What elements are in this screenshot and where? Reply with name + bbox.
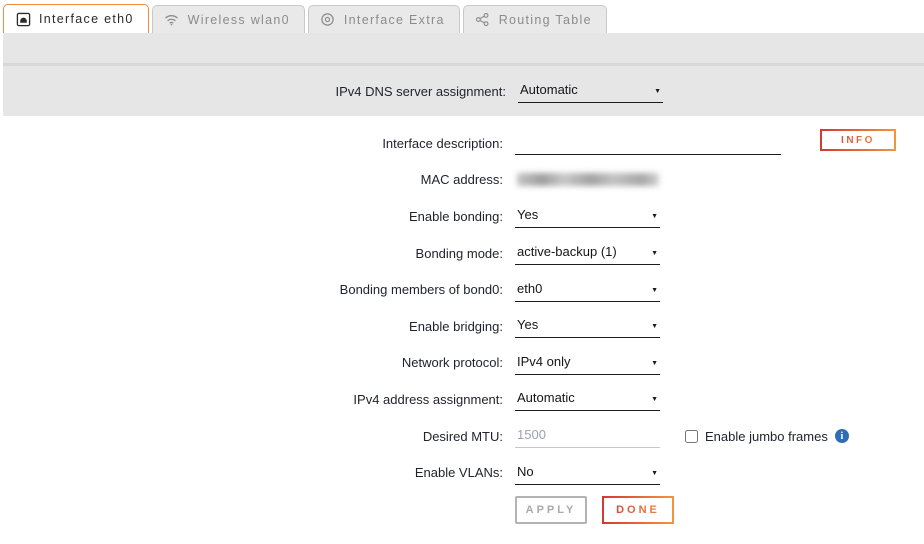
desired-mtu-label: Desired MTU:	[0, 429, 503, 444]
form-row-bonding-mode: Bonding mode: active-backup (1) ▼	[0, 235, 924, 272]
form-row-mtu: Desired MTU: Enable jumbo frames i	[0, 418, 924, 455]
chevron-down-icon: ▼	[651, 323, 658, 330]
bonding-mode-label: Bonding mode:	[0, 246, 503, 261]
done-button[interactable]: DONE	[602, 496, 674, 524]
ipv4-assignment-label: IPv4 address assignment:	[0, 392, 503, 407]
interface-description-input[interactable]	[515, 131, 781, 155]
interface-form: Interface description: INFO MAC address:…	[0, 116, 924, 533]
interface-description-label: Interface description:	[0, 136, 503, 151]
form-row-description: Interface description: INFO	[0, 125, 924, 162]
ethernet-port-icon	[15, 11, 31, 27]
jumbo-frames-label: Enable jumbo frames	[705, 429, 828, 444]
form-row-mac: MAC address:	[0, 162, 924, 199]
form-row-vlans: Enable VLANs: No ▼	[0, 454, 924, 491]
dns-section: IPv4 DNS server assignment: Automatic ▼	[3, 66, 924, 116]
tab-routing-table[interactable]: Routing Table	[463, 5, 607, 33]
mac-address-label: MAC address:	[0, 172, 503, 187]
bonding-members-select[interactable]: eth0 ▼	[515, 278, 660, 302]
ipv4-assignment-select[interactable]: Automatic ▼	[515, 387, 660, 411]
info-button[interactable]: INFO	[820, 129, 896, 151]
tab-label: Interface eth0	[39, 12, 134, 26]
enable-bridging-label: Enable bridging:	[0, 319, 503, 334]
enable-bridging-select[interactable]: Yes ▼	[515, 314, 660, 338]
form-row-bridging: Enable bridging: Yes ▼	[0, 308, 924, 345]
form-row-bonding-members: Bonding members of bond0: eth0 ▼	[0, 271, 924, 308]
form-row-dns: IPv4 DNS server assignment: Automatic ▼	[3, 73, 924, 110]
form-row-bonding: Enable bonding: Yes ▼	[0, 198, 924, 235]
bonding-members-label: Bonding members of bond0:	[0, 282, 503, 297]
dns-assignment-select[interactable]: Automatic ▼	[518, 79, 663, 103]
tab-label: Routing Table	[499, 13, 592, 27]
network-protocol-select[interactable]: IPv4 only ▼	[515, 351, 660, 375]
share-nodes-icon	[475, 12, 491, 28]
chevron-down-icon: ▼	[651, 213, 658, 220]
network-protocol-label: Network protocol:	[0, 355, 503, 370]
enable-vlans-select[interactable]: No ▼	[515, 461, 660, 485]
mac-address-redacted-value	[517, 173, 659, 186]
chevron-down-icon: ▼	[651, 250, 658, 257]
form-row-protocol: Network protocol: IPv4 only ▼	[0, 345, 924, 382]
tab-interface-eth0[interactable]: Interface eth0	[3, 4, 149, 33]
chevron-down-icon: ▼	[651, 396, 658, 403]
enable-bonding-select[interactable]: Yes ▼	[515, 204, 660, 228]
jumbo-frames-checkbox[interactable]	[685, 430, 698, 443]
chevron-down-icon: ▼	[651, 470, 658, 477]
dns-assignment-label: IPv4 DNS server assignment:	[3, 84, 506, 99]
tab-wireless-wlan0[interactable]: Wireless wlan0	[152, 5, 305, 33]
chevron-down-icon: ▼	[651, 287, 658, 294]
info-circle-icon[interactable]: i	[835, 429, 849, 443]
toolbar-strip	[3, 33, 924, 63]
tab-bar: Interface eth0 Wireless wlan0 Interface …	[0, 0, 924, 33]
tab-label: Wireless wlan0	[188, 13, 290, 27]
enable-bonding-label: Enable bonding:	[0, 209, 503, 224]
tab-label: Interface Extra	[344, 13, 445, 27]
desired-mtu-input[interactable]	[515, 424, 660, 448]
tab-interface-extra[interactable]: Interface Extra	[308, 5, 460, 33]
apply-button[interactable]: APPLY	[515, 496, 587, 524]
chevron-down-icon: ▼	[651, 360, 658, 367]
bonding-mode-select[interactable]: active-backup (1) ▼	[515, 241, 660, 265]
form-row-ipv4-assignment: IPv4 address assignment: Automatic ▼	[0, 381, 924, 418]
wifi-icon	[164, 12, 180, 28]
form-row-buttons: APPLY DONE	[0, 491, 924, 533]
enable-vlans-label: Enable VLANs:	[0, 465, 503, 480]
jumbo-frames-group: Enable jumbo frames i	[685, 429, 849, 444]
network-settings-page: Interface eth0 Wireless wlan0 Interface …	[0, 0, 924, 544]
chevron-down-icon: ▼	[654, 88, 661, 95]
target-circle-icon	[320, 12, 336, 28]
